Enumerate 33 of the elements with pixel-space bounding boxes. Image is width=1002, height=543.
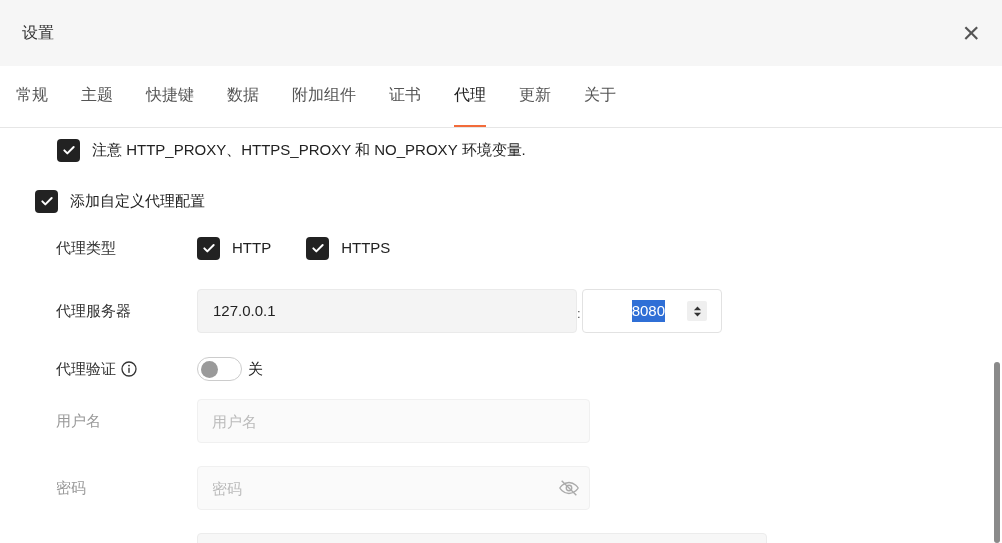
port-value: 8080: [631, 299, 665, 323]
toggle-switch[interactable]: [197, 357, 242, 381]
checkbox-label: HTTP: [232, 237, 272, 258]
close-button[interactable]: ×: [962, 18, 980, 48]
tab[interactable]: 常规: [16, 77, 48, 127]
field-label: 代理服务器: [56, 300, 131, 321]
field-label: 代理验证: [56, 358, 116, 379]
field-label: 代理类型: [56, 237, 116, 258]
tab[interactable]: 主题: [81, 77, 113, 127]
tab[interactable]: 证书: [389, 77, 421, 127]
separator: :: [577, 305, 582, 324]
spinner-icon[interactable]: [687, 301, 707, 321]
tab[interactable]: 关于: [584, 77, 616, 127]
port-field[interactable]: 8080: [582, 289, 722, 333]
checkbox[interactable]: [197, 236, 220, 260]
checkbox-label: 注意 HTTP_PROXY、HTTPS_PROXY 和 NO_PROXY 环境变量.: [92, 139, 526, 160]
tab[interactable]: 快捷键: [146, 77, 194, 127]
tab[interactable]: 数据: [227, 77, 259, 127]
info-icon: [121, 361, 137, 377]
scrollbar[interactable]: [994, 362, 1000, 543]
field-label: 密码: [56, 477, 86, 498]
host-field[interactable]: 127.0.0.1: [197, 289, 577, 333]
window-title: 设置: [22, 23, 54, 43]
tab[interactable]: 更新: [519, 77, 551, 127]
checkbox-label: 添加自定义代理配置: [70, 190, 205, 211]
checkbox[interactable]: [35, 189, 58, 213]
checkbox[interactable]: [57, 138, 80, 162]
tab[interactable]: 代理: [454, 77, 486, 127]
toggle-label: 关: [248, 358, 263, 379]
checkbox-label: HTTPS: [341, 237, 391, 258]
field-label: 用户名: [56, 410, 101, 431]
tab[interactable]: 附加组件: [292, 77, 356, 127]
checkbox[interactable]: [306, 236, 330, 260]
